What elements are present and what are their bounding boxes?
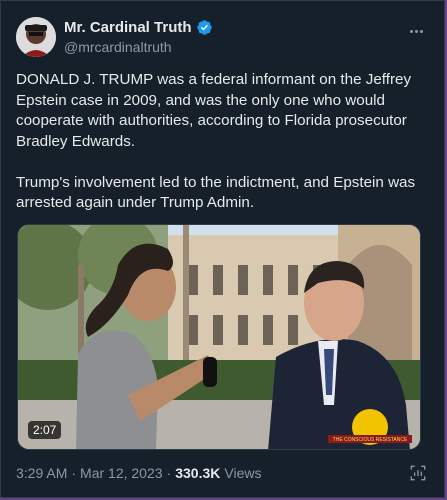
author-handle[interactable]: @mrcardinaltruth <box>64 39 213 55</box>
meta-separator-2: · <box>166 465 172 481</box>
author-block: Mr. Cardinal Truth @mrcardinaltruth <box>64 19 213 55</box>
video-player[interactable]: THE CONSCIOUS RESISTANCE 2:07 <box>17 224 421 450</box>
tweet-header: Mr. Cardinal Truth @mrcardinaltruth <box>16 17 432 61</box>
more-horizontal-icon[interactable] <box>404 21 428 41</box>
avatar[interactable] <box>16 17 56 57</box>
author-name[interactable]: Mr. Cardinal Truth <box>64 19 192 36</box>
verified-badge-icon <box>196 19 213 36</box>
tweet-date[interactable]: Mar 12, 2023 <box>80 465 163 481</box>
video-duration-badge: 2:07 <box>28 421 62 439</box>
tweet-text: DONALD J. TRUMP was a federal informant … <box>16 70 421 234</box>
tweet-meta: 3:29 AM · Mar 12, 2023 · 330.3K Views <box>16 465 261 481</box>
analytics-icon[interactable] <box>408 463 428 483</box>
tweet-paragraph-2: Trump's involvement led to the indictmen… <box>16 173 416 212</box>
meta-separator: · <box>71 465 77 481</box>
video-frame: THE CONSCIOUS RESISTANCE <box>18 225 420 449</box>
watermark-text: THE CONSCIOUS RESISTANCE <box>333 437 408 443</box>
views-count: 330.3K <box>175 465 221 481</box>
tweet-paragraph-1: DONALD J. TRUMP was a federal informant … <box>16 71 412 150</box>
tweet-card: Mr. Cardinal Truth @mrcardinaltruth DONA… <box>0 0 445 498</box>
tweet-time[interactable]: 3:29 AM <box>16 465 67 481</box>
views-label: Views <box>224 465 262 481</box>
